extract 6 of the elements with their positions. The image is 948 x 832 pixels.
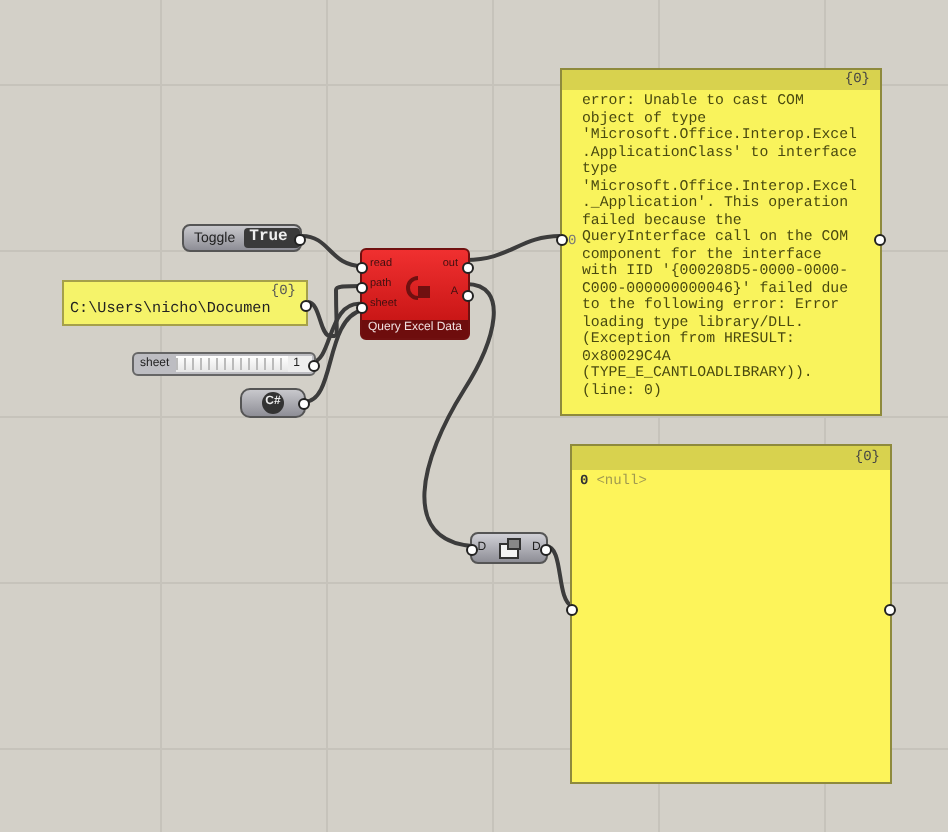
wire <box>545 544 574 608</box>
wire <box>301 234 363 268</box>
error-panel[interactable] <box>560 68 882 416</box>
data-icon <box>497 537 521 559</box>
wire <box>465 234 561 262</box>
toggle-value[interactable]: True <box>243 228 300 248</box>
